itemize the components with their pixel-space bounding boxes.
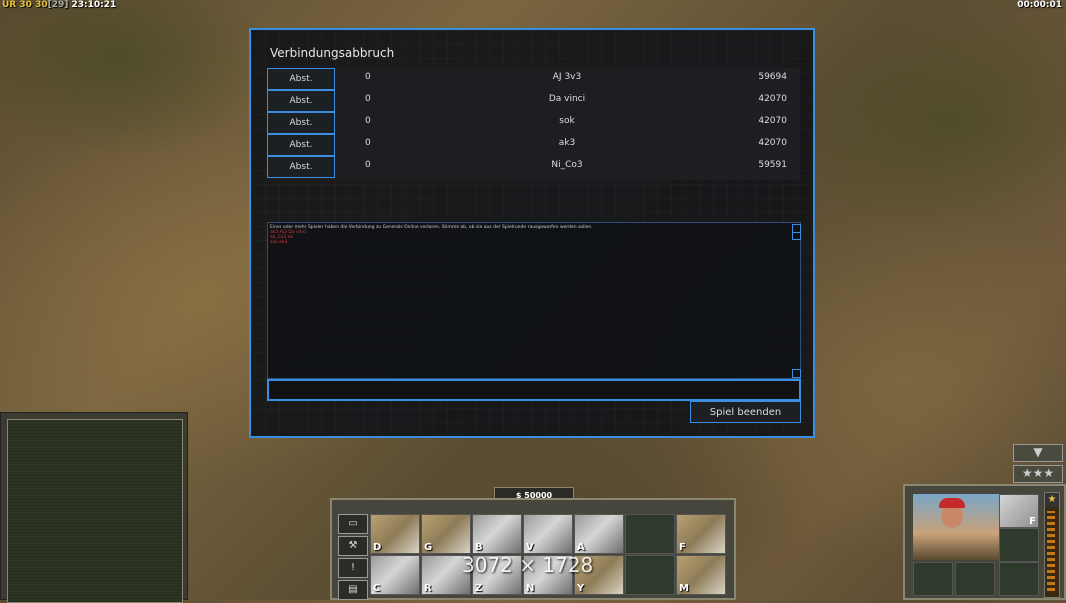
log-text: Einer oder mehr Spieler haben die Verbin… xyxy=(270,225,770,245)
player-value: 59591 xyxy=(758,160,787,170)
player-value: 42070 xyxy=(758,94,787,104)
alert-icon[interactable]: ! xyxy=(338,558,368,578)
hud-status: UR 30 30[29] 23:10:21 xyxy=(2,0,116,10)
stat-c: [29] xyxy=(47,0,69,10)
hotkey: D xyxy=(373,542,382,553)
slot-hotkey: F xyxy=(1029,516,1036,527)
command-bar: ▭ ⚒ ! ▤ D G B V A F C R Z N Y M xyxy=(330,498,736,600)
empty-slot xyxy=(913,562,953,596)
vote-button[interactable]: Abst. xyxy=(267,68,335,90)
player-value: 42070 xyxy=(758,116,787,126)
vote-count: 0 xyxy=(365,116,371,126)
log-line: sok ak3 xyxy=(270,240,288,245)
player-name: ak3 xyxy=(558,138,576,148)
disconnect-dialog: Verbindungsabbruch Abst. 0 AJ 3v3 59694 … xyxy=(249,28,815,438)
scroll-down-icon[interactable] xyxy=(792,369,801,378)
dialog-title: Verbindungsabbruch xyxy=(270,46,395,60)
empty-slot xyxy=(625,514,675,554)
vote-count: 0 xyxy=(365,160,371,170)
end-game-button[interactable]: Spiel beenden xyxy=(690,401,801,423)
rank-stars-icon: ★★★ xyxy=(1013,465,1063,483)
player-name: Ni_Co3 xyxy=(551,160,583,170)
player-row: Abst. 0 Da vinci 42070 xyxy=(267,90,800,112)
player-name: AJ 3v3 xyxy=(552,72,582,82)
hotkey: Z xyxy=(475,583,483,594)
player-row: Abst. 0 Ni_Co3 59591 xyxy=(267,156,800,178)
build-tile[interactable]: F xyxy=(676,514,726,554)
build-tile[interactable]: B xyxy=(472,514,522,554)
window-icon[interactable]: ▭ xyxy=(338,514,368,534)
player-row: Abst. 0 AJ 3v3 59694 xyxy=(267,68,800,90)
gauge-ticks xyxy=(1047,511,1055,591)
build-tile[interactable]: M xyxy=(676,555,726,595)
build-tile[interactable]: D xyxy=(370,514,420,554)
hotkey: Y xyxy=(577,583,585,594)
player-row: Abst. 0 ak3 42070 xyxy=(267,134,800,156)
player-list: Abst. 0 AJ 3v3 59694 Abst. 0 Da vinci 42… xyxy=(267,68,800,180)
vote-button[interactable]: Abst. xyxy=(267,156,335,178)
chat-input[interactable] xyxy=(267,379,801,401)
collapse-arrow-icon[interactable]: ▼ xyxy=(1013,444,1063,462)
unit-panel: F ★ xyxy=(903,484,1066,600)
hotkey: M xyxy=(679,583,689,594)
build-tile[interactable]: G xyxy=(421,514,471,554)
empty-slot xyxy=(955,562,995,596)
build-tile[interactable]: A xyxy=(574,514,624,554)
rank-label: UR xyxy=(2,0,17,10)
resolution-overlay: 3072 × 1728 xyxy=(462,553,594,577)
player-row: Abst. 0 sok 42070 xyxy=(267,112,800,134)
options-icon[interactable]: ▤ xyxy=(338,580,368,600)
player-name: Da vinci xyxy=(548,94,586,104)
chat-log[interactable]: Einer oder mehr Spieler haben die Verbin… xyxy=(267,222,801,379)
hotkey: C xyxy=(373,583,381,594)
scrollbar[interactable] xyxy=(792,223,801,378)
build-tile[interactable]: V xyxy=(523,514,573,554)
empty-slot xyxy=(625,555,675,595)
vote-count: 0 xyxy=(365,72,371,82)
vote-button[interactable]: Abst. xyxy=(267,134,335,156)
hotkey: V xyxy=(526,542,534,553)
clock: 23:10:21 xyxy=(71,0,117,10)
player-value: 42070 xyxy=(758,138,787,148)
vote-count: 0 xyxy=(365,138,371,148)
hotkey: R xyxy=(424,583,432,594)
game-timer: 00:00:01 xyxy=(1017,0,1062,10)
minimap-view[interactable] xyxy=(7,419,183,603)
hotkey: A xyxy=(577,542,585,553)
build-tile[interactable]: C xyxy=(370,555,420,595)
minimap[interactable] xyxy=(0,412,188,603)
vote-count: 0 xyxy=(365,94,371,104)
hotkey: N xyxy=(526,583,535,594)
boots-icon[interactable]: F xyxy=(999,494,1039,528)
player-name: sok xyxy=(559,116,575,126)
empty-slot xyxy=(999,528,1039,562)
vote-button[interactable]: Abst. xyxy=(267,90,335,112)
hotkey: F xyxy=(679,542,686,553)
hotkey: G xyxy=(424,542,433,553)
empty-slot xyxy=(999,562,1039,596)
player-value: 59694 xyxy=(758,72,787,82)
stat-a: 30 xyxy=(19,0,32,10)
hotkey: B xyxy=(475,542,483,553)
experience-gauge: ★ xyxy=(1044,492,1060,598)
stat-b: 30 xyxy=(35,0,48,10)
rank-star-icon: ★ xyxy=(1045,493,1059,507)
unit-portrait[interactable] xyxy=(913,494,999,560)
vote-button[interactable]: Abst. xyxy=(267,112,335,134)
scroll-thumb[interactable] xyxy=(792,232,801,240)
wrench-icon[interactable]: ⚒ xyxy=(338,536,368,556)
cap-icon xyxy=(939,498,965,508)
